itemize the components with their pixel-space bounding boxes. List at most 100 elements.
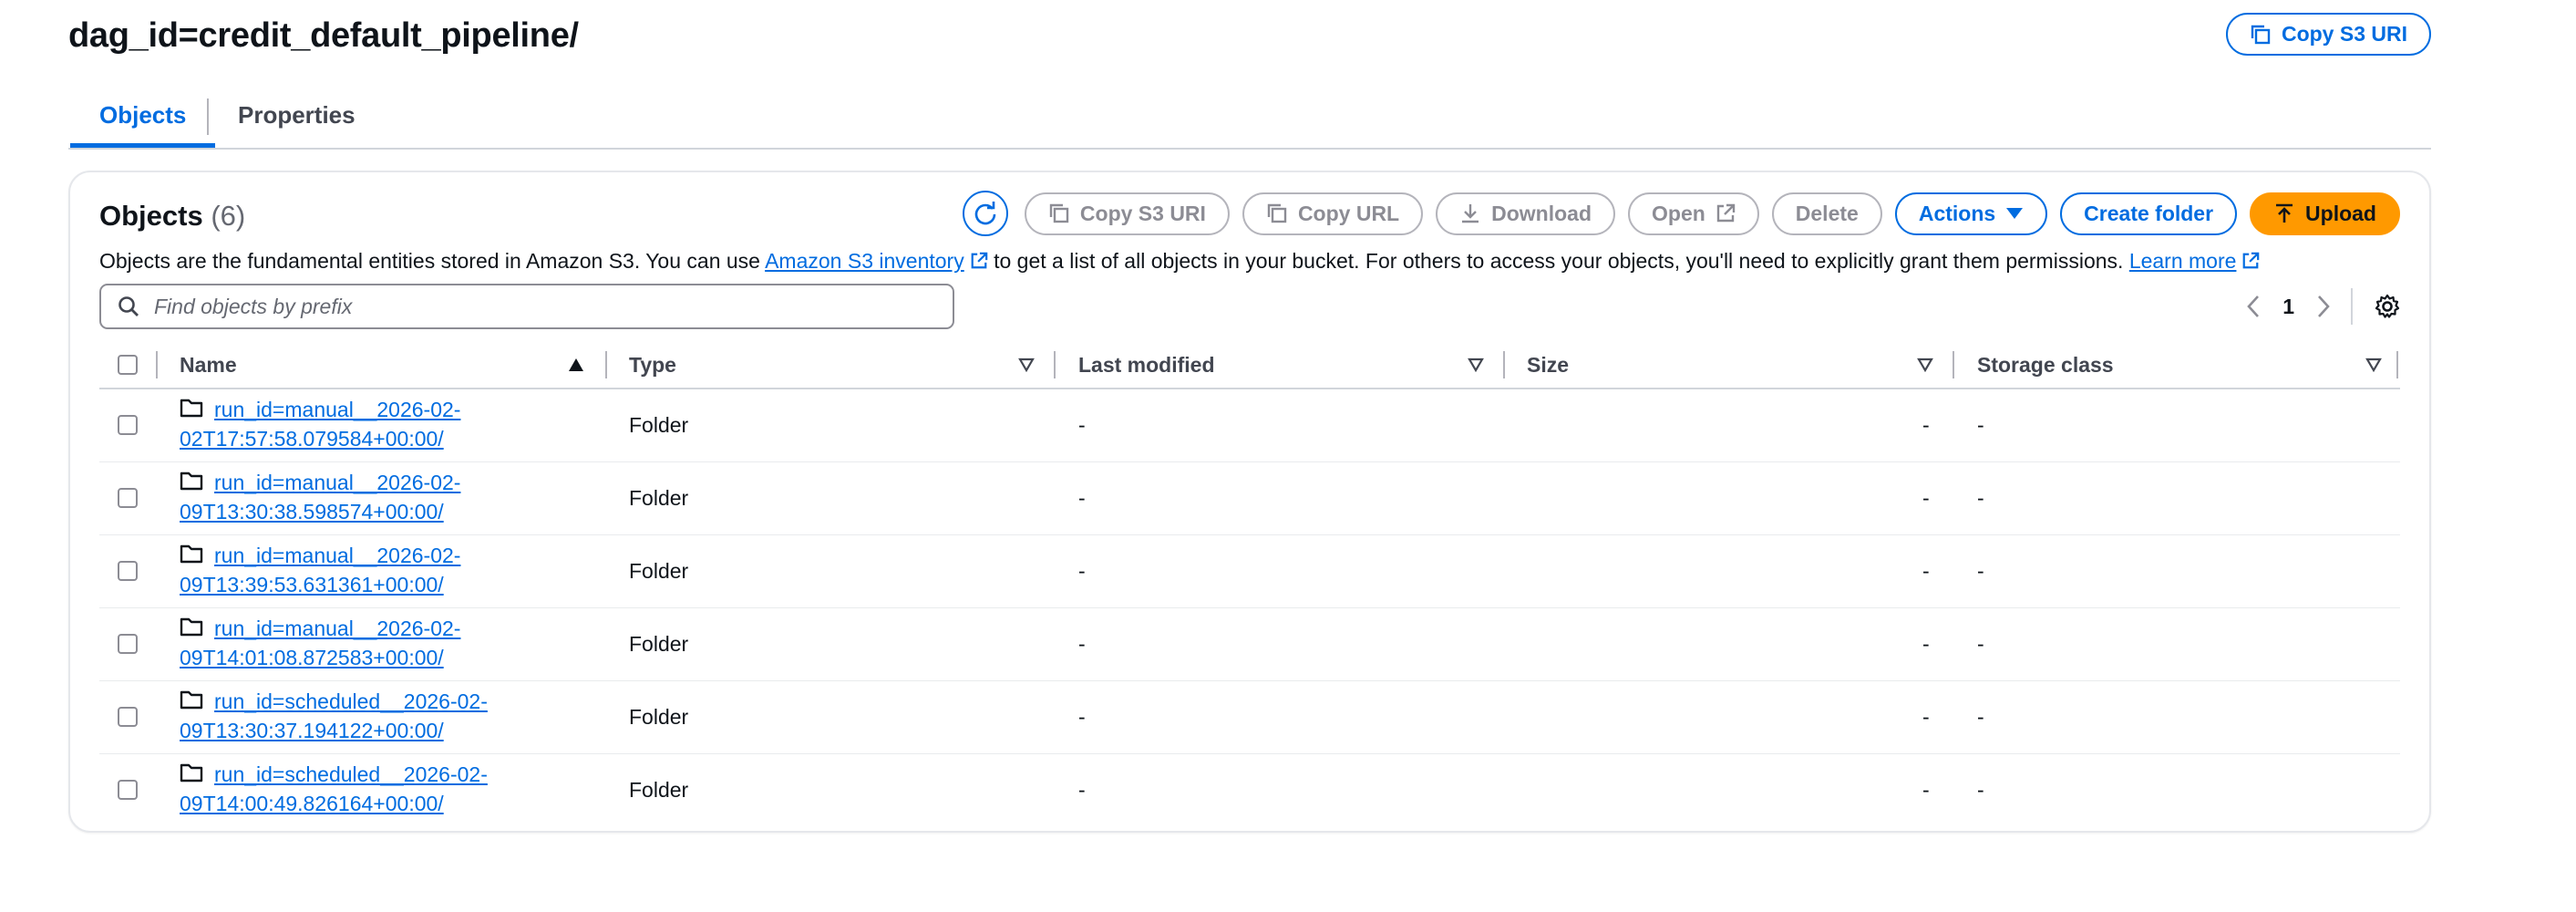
- column-divider[interactable]: [1953, 351, 1954, 378]
- table-header: Name Type Last modified Size Storage cla…: [99, 342, 2400, 389]
- last-modified-cell: -: [1078, 559, 1086, 583]
- row-checkbox[interactable]: [118, 780, 138, 800]
- last-modified-cell: -: [1078, 632, 1086, 656]
- storage-class-cell: -: [1977, 632, 1984, 656]
- upload-button[interactable]: Upload: [2250, 192, 2400, 235]
- column-divider: [2396, 351, 2398, 378]
- create-folder-label: Create folder: [2084, 201, 2214, 225]
- open-button[interactable]: Open: [1628, 192, 1759, 235]
- size-cell: -: [1922, 705, 1930, 729]
- actions-label: Actions: [1918, 201, 1996, 225]
- sort-icon[interactable]: [1468, 358, 1484, 377]
- name-cell: run_id=manual__2026-02- 02T17:57:58.07958…: [180, 396, 526, 453]
- page-header: dag_id=credit_default_pipeline/ Copy S3 …: [68, 13, 2431, 58]
- copy-s3-uri-header-label: Copy S3 URI: [2281, 22, 2407, 46]
- chevron-right-icon[interactable]: [2316, 295, 2331, 318]
- s3-inventory-link[interactable]: Amazon S3 inventory: [765, 249, 964, 273]
- column-header-type[interactable]: Type: [629, 342, 676, 388]
- folder-name-line-2: 09T14:00:49.826164+00:00/: [180, 792, 444, 815]
- sort-icon[interactable]: [2365, 358, 2382, 377]
- storage-class-cell: -: [1977, 778, 1984, 802]
- column-header-name[interactable]: Name: [180, 342, 237, 388]
- name-cell: run_id=manual__2026-02- 09T14:01:08.87258…: [180, 615, 526, 672]
- table-row: run_id=scheduled__2026-02- 09T14:00:49.82…: [99, 754, 2400, 826]
- last-modified-cell: -: [1078, 413, 1086, 437]
- copy-icon: [2250, 24, 2272, 46]
- size-cell: -: [1922, 559, 1930, 583]
- column-divider: [156, 351, 158, 378]
- objects-count: (6): [211, 200, 246, 232]
- objects-heading: Objects (6): [99, 196, 245, 236]
- caret-down-icon: [2005, 206, 2024, 221]
- refresh-button[interactable]: [962, 191, 1008, 236]
- table-row: run_id=manual__2026-02- 09T13:39:53.63136…: [99, 535, 2400, 608]
- column-header-size[interactable]: Size: [1527, 342, 1569, 388]
- name-cell: run_id=manual__2026-02- 09T13:30:38.59857…: [180, 469, 526, 526]
- delete-label: Delete: [1795, 201, 1859, 225]
- objects-table: Name Type Last modified Size Storage cla…: [99, 342, 2400, 826]
- settings-gear-icon[interactable]: [2375, 294, 2400, 319]
- external-link-icon: [2241, 247, 2260, 278]
- refresh-icon: [973, 201, 998, 226]
- page-title: dag_id=credit_default_pipeline/: [68, 16, 579, 55]
- table-row: run_id=manual__2026-02- 02T17:57:58.07958…: [99, 389, 2400, 462]
- type-cell: Folder: [629, 632, 689, 656]
- open-label: Open: [1652, 201, 1705, 225]
- type-cell: Folder: [629, 486, 689, 510]
- create-folder-button[interactable]: Create folder: [2060, 192, 2238, 235]
- column-header-storage-class[interactable]: Storage class: [1977, 342, 2114, 388]
- folder-link[interactable]: run_id=scheduled__2026-02- 09T14:00:49.82…: [180, 762, 488, 815]
- storage-class-cell: -: [1977, 413, 1984, 437]
- download-button[interactable]: Download: [1436, 192, 1615, 235]
- chevron-left-icon[interactable]: [2246, 295, 2261, 318]
- row-checkbox[interactable]: [118, 634, 138, 654]
- last-modified-cell: -: [1078, 486, 1086, 510]
- actions-dropdown-button[interactable]: Actions: [1894, 192, 2048, 235]
- select-all-checkbox[interactable]: [118, 355, 138, 375]
- external-link-icon: [1716, 203, 1736, 223]
- sort-icon[interactable]: [1018, 358, 1035, 377]
- column-divider[interactable]: [1503, 351, 1505, 378]
- description-text-2: to get a list of all objects in your buc…: [987, 249, 2129, 273]
- tab-bar: Objects Properties: [68, 88, 2431, 150]
- copy-s3-uri-header-button[interactable]: Copy S3 URI: [2225, 13, 2431, 56]
- folder-name-line-2: 09T14:01:08.872583+00:00/: [180, 646, 444, 669]
- table-row: run_id=scheduled__2026-02- 09T13:30:37.19…: [99, 681, 2400, 754]
- tab-objects[interactable]: Objects: [70, 88, 216, 148]
- row-checkbox[interactable]: [118, 561, 138, 581]
- pagination: 1: [2246, 282, 2400, 331]
- learn-more-link[interactable]: Learn more: [2129, 249, 2237, 273]
- size-cell: -: [1922, 778, 1930, 802]
- folder-icon: [180, 616, 203, 644]
- upload-label: Upload: [2305, 201, 2376, 225]
- name-cell: run_id=scheduled__2026-02- 09T14:00:49.82…: [180, 761, 526, 818]
- delete-button[interactable]: Delete: [1771, 192, 1882, 235]
- folder-link[interactable]: run_id=scheduled__2026-02- 09T13:30:37.19…: [180, 689, 488, 742]
- row-checkbox[interactable]: [118, 488, 138, 508]
- current-page[interactable]: 1: [2282, 295, 2294, 319]
- row-checkbox[interactable]: [118, 707, 138, 727]
- objects-toolbar: Copy S3 URI Copy URL Download Open Delet…: [962, 191, 2400, 236]
- tab-properties[interactable]: Properties: [209, 88, 385, 146]
- search-box: [99, 284, 954, 329]
- folder-name-line-1: run_id=manual__2026-02-: [214, 471, 461, 494]
- objects-title: Objects: [99, 200, 203, 232]
- folder-name-line-1: run_id=manual__2026-02-: [214, 617, 461, 640]
- folder-link[interactable]: run_id=manual__2026-02- 09T13:39:53.63136…: [180, 544, 460, 596]
- search-icon: [118, 295, 139, 317]
- size-cell: -: [1922, 413, 1930, 437]
- search-input[interactable]: [152, 293, 931, 320]
- column-divider[interactable]: [605, 351, 607, 378]
- folder-link[interactable]: run_id=manual__2026-02- 02T17:57:58.07958…: [180, 398, 460, 451]
- column-divider[interactable]: [1054, 351, 1056, 378]
- copy-url-button[interactable]: Copy URL: [1242, 192, 1424, 235]
- column-header-last-modified[interactable]: Last modified: [1078, 342, 1215, 388]
- folder-link[interactable]: run_id=manual__2026-02- 09T13:30:38.59857…: [180, 471, 460, 523]
- copy-s3-uri-button[interactable]: Copy S3 URI: [1024, 192, 1230, 235]
- table-row: run_id=manual__2026-02- 09T14:01:08.87258…: [99, 608, 2400, 681]
- copy-icon: [1266, 202, 1288, 224]
- sort-ascending-icon[interactable]: [568, 358, 584, 377]
- folder-link[interactable]: run_id=manual__2026-02- 09T14:01:08.87258…: [180, 617, 460, 669]
- row-checkbox[interactable]: [118, 415, 138, 435]
- sort-icon[interactable]: [1917, 358, 1933, 377]
